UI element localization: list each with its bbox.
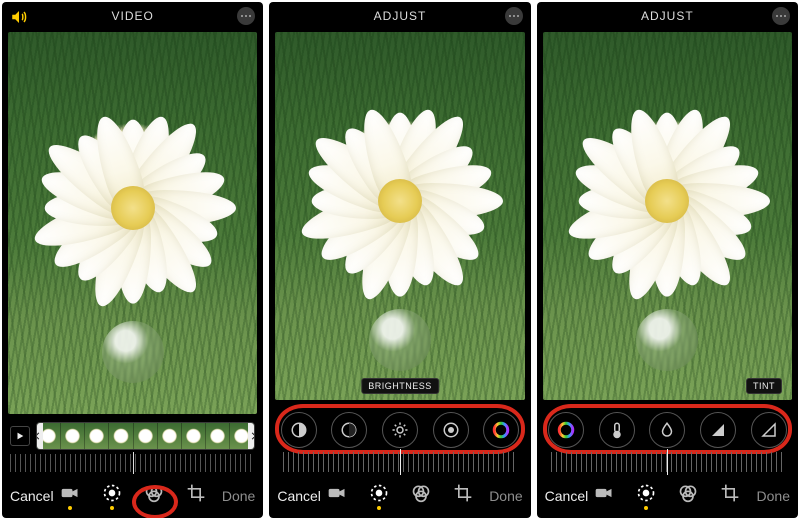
sharpness-tool[interactable]: [700, 412, 736, 448]
adjust-tool-row[interactable]: [273, 410, 526, 450]
filters-mode[interactable]: [144, 483, 164, 510]
vase-illustration: [102, 321, 164, 383]
highlights-tool[interactable]: [331, 412, 367, 448]
edit-mode-tabs: [327, 483, 473, 510]
adjust-mode[interactable]: [636, 483, 656, 510]
timeline-frame: [182, 423, 206, 449]
video-scrubber: [2, 418, 263, 474]
done-button[interactable]: Done: [222, 488, 255, 504]
media-preview[interactable]: BRIGHTNESS: [275, 32, 524, 400]
cancel-button[interactable]: Cancel: [277, 488, 321, 504]
adjust-tool-row[interactable]: [541, 410, 794, 450]
saturation-tool[interactable]: [483, 412, 519, 448]
definition-tool[interactable]: [751, 412, 787, 448]
timeline-frame: [85, 423, 109, 449]
done-button[interactable]: Done: [757, 488, 790, 504]
media-preview[interactable]: TINT: [543, 32, 792, 400]
timeline-frame: [61, 423, 85, 449]
timeline-frame: [109, 423, 133, 449]
edit-mode-tabs: [594, 483, 740, 510]
exposure-tool[interactable]: [281, 412, 317, 448]
video-mode[interactable]: [60, 483, 80, 510]
speaker-icon[interactable]: [10, 8, 28, 31]
screen-title: ADJUST: [374, 9, 427, 23]
blackpoint-tool[interactable]: [433, 412, 469, 448]
editor-screen-adjust-tint: ADJUST TINT Cancel Done: [537, 2, 798, 518]
video-mode[interactable]: [594, 483, 614, 510]
done-button[interactable]: Done: [489, 488, 522, 504]
media-preview[interactable]: [8, 32, 257, 414]
timeline[interactable]: [36, 422, 255, 450]
saturation-tool[interactable]: [548, 412, 584, 448]
vase-illustration: [636, 309, 698, 371]
crop-mode[interactable]: [186, 483, 206, 510]
adjust-chip: BRIGHTNESS: [361, 378, 439, 394]
play-button[interactable]: [10, 426, 30, 446]
timeline-frame: [158, 423, 182, 449]
screen-title: VIDEO: [111, 9, 153, 23]
more-button[interactable]: [237, 7, 255, 25]
adjust-mode[interactable]: [102, 483, 122, 510]
tint-tool[interactable]: [649, 412, 685, 448]
flower-illustration: [33, 108, 233, 308]
video-mode[interactable]: [327, 483, 347, 510]
trim-start-handle[interactable]: [36, 422, 43, 450]
vase-illustration: [369, 309, 431, 371]
cancel-button[interactable]: Cancel: [545, 488, 589, 504]
editor-screen-adjust-brightness: ADJUST BRIGHTNESS Cancel Done: [269, 2, 530, 518]
crop-mode[interactable]: [453, 483, 473, 510]
brightness-tool[interactable]: [382, 412, 418, 448]
adjust-slider[interactable]: [551, 452, 784, 472]
adjust-chip: TINT: [746, 378, 782, 394]
timeline-frame: [134, 423, 158, 449]
warmth-tool[interactable]: [599, 412, 635, 448]
screen-title: ADJUST: [641, 9, 694, 23]
cancel-button[interactable]: Cancel: [10, 488, 54, 504]
fine-scrubber[interactable]: [10, 454, 255, 472]
more-button[interactable]: [772, 7, 790, 25]
filters-mode[interactable]: [411, 483, 431, 510]
flower-illustration: [300, 101, 500, 301]
adjust-mode[interactable]: [369, 483, 389, 510]
trim-end-handle[interactable]: [248, 422, 255, 450]
editor-screen-video: VIDEO Cancel Done: [2, 2, 263, 518]
adjust-slider[interactable]: [283, 452, 516, 472]
crop-mode[interactable]: [720, 483, 740, 510]
timeline-frame: [206, 423, 230, 449]
flower-illustration: [567, 101, 767, 301]
filters-mode[interactable]: [678, 483, 698, 510]
edit-mode-tabs: [60, 483, 206, 510]
more-button[interactable]: [505, 7, 523, 25]
